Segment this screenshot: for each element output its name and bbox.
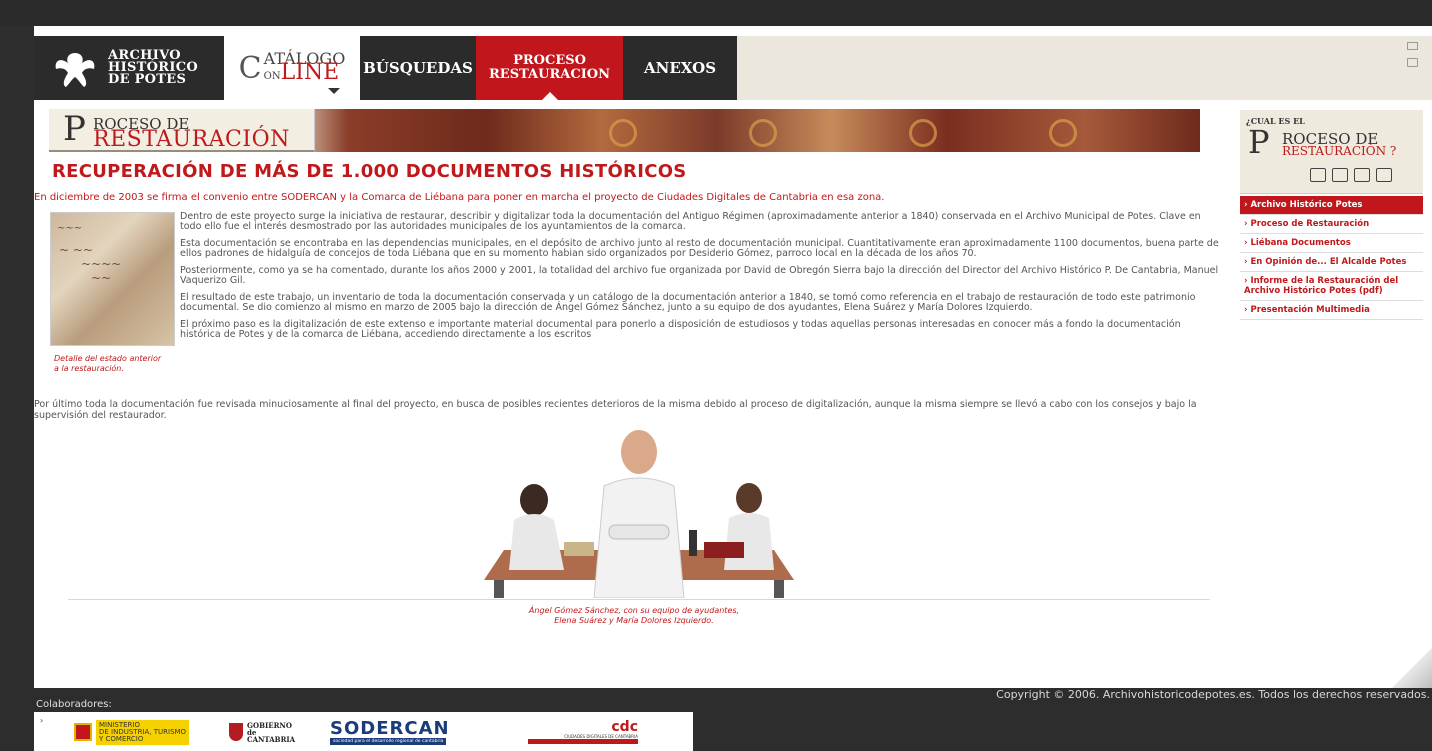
angel-logo-icon: [55, 53, 95, 87]
sidebar-item-liebana-documentos[interactable]: › Liébana Documentos: [1240, 234, 1423, 253]
sidebar-item-label: Archivo Histórico Potes: [1250, 200, 1363, 210]
fresco-halo: [749, 119, 777, 147]
paragraph: El resultado de este trabajo, un inventa…: [180, 292, 1196, 313]
nav-anexos-label: ANEXOS: [643, 59, 717, 77]
nav-catalogo-online[interactable]: C ATÁLOGO ONLINE: [224, 36, 360, 100]
bullet-icon: ›: [40, 716, 44, 725]
colaboradores-label: Colaboradores:: [36, 699, 112, 710]
main-content: P ROCESO DE RESTAURACIÓN RECUPERACIÓN DE…: [34, 100, 1432, 688]
sidebar-line2: RESTAURACIÓN ?: [1282, 144, 1397, 158]
nav-proceso-restauracion[interactable]: PROCESO RESTAURACION: [476, 36, 623, 100]
document-detail-photo: ~~~ ~ ~~ ~~~~ ~~: [50, 212, 175, 346]
sidebar-item-label: Proceso de Restauración: [1250, 219, 1370, 229]
sidebar-menu: › Archivo Histórico Potes › Proceso de R…: [1240, 196, 1423, 320]
page-title: RECUPERACIÓN DE MÁS DE 1.000 DOCUMENTOS …: [52, 161, 687, 182]
print-icon[interactable]: [1407, 58, 1418, 67]
care-icons: [1310, 168, 1392, 182]
copyright: Copyright © 2006. Archivohistoricodepote…: [996, 688, 1430, 701]
sidebar: ¿CUAL ES EL P ROCESO DE RESTAURACIÓN ? ›…: [1240, 110, 1423, 320]
paragraph: Esta documentación se encontraba en las …: [180, 238, 1219, 259]
shield-icon: [229, 723, 243, 741]
gobierno-cantabria-logo[interactable]: GOBIERNO de CANTABRIA: [229, 720, 295, 744]
sidebar-item-label: Informe de la Restauración del Archivo H…: [1244, 276, 1399, 296]
photo-ink: ~~~~: [81, 257, 122, 271]
divider: [68, 599, 1210, 600]
nav-anexos[interactable]: ANEXOS: [623, 36, 737, 100]
banner-line2: RESTAURACIÓN: [93, 127, 290, 152]
gobierno-line: CANTABRIA: [247, 734, 296, 744]
team-caption: Ángel Gómez Sánchez, con su equipo de ay…: [434, 606, 834, 626]
wash-icon: [1310, 168, 1326, 182]
sidebar-item-label: En Opinión de... El Alcalde Potes: [1250, 257, 1407, 267]
photo-ink: ~ ~~: [59, 243, 93, 257]
page-curl: [1392, 648, 1432, 688]
sodercan-logo[interactable]: SODERCAN sociedad para el desarrollo reg…: [330, 718, 450, 745]
fresco-halo: [909, 119, 937, 147]
ministerio-line: Y COMERCIO: [99, 734, 144, 743]
nav-busquedas[interactable]: BÚSQUEDAS: [360, 36, 476, 100]
paragraph: Posteriormente, como ya se ha comentado,…: [180, 265, 1219, 286]
cdc-bar: [528, 739, 638, 744]
sidebar-item-proceso-restauracion[interactable]: › Proceso de Restauración: [1240, 215, 1423, 234]
ministerio-logo[interactable]: MINISTERIO DE INDUSTRIA, TURISMO Y COMER…: [74, 719, 190, 745]
sidebar-item-opinion-alcalde[interactable]: › En Opinión de... El Alcalde Potes: [1240, 253, 1423, 272]
top-navigation: ARCHIVO HISTÓRICO DE POTES C ATÁLOGO ONL…: [34, 26, 1432, 100]
photo-caption: Detalle del estado anterior a la restaur…: [54, 354, 162, 373]
sidebar-initial: P: [1248, 123, 1270, 161]
sidebar-header: ¿CUAL ES EL P ROCESO DE RESTAURACIÓN ?: [1240, 110, 1423, 194]
sidebar-item-label: Presentación Multimedia: [1250, 305, 1370, 315]
fresco-halo: [1049, 119, 1077, 147]
site-logo[interactable]: ARCHIVO HISTÓRICO DE POTES: [34, 36, 224, 100]
sodercan-tagline: sociedad para el desarrollo regional de …: [330, 738, 447, 745]
sidebar-item-presentacion-multimedia[interactable]: › Presentación Multimedia: [1240, 301, 1423, 320]
sidebar-item-informe-pdf[interactable]: › Informe de la Restauración del Archivo…: [1240, 272, 1423, 301]
dry-icon: [1332, 168, 1348, 182]
iron-icon: [1376, 168, 1392, 182]
team-photo: [484, 430, 794, 598]
banner-title-panel: P ROCESO DE RESTAURACIÓN: [49, 109, 315, 152]
paragraph: El próximo paso es la digitalización de …: [180, 319, 1181, 340]
mail-icon[interactable]: [1407, 42, 1418, 50]
catalog-text: ATÁLOGO ONLINE: [263, 51, 346, 85]
catalog-initial: C: [238, 50, 262, 86]
bleach-icon: [1354, 168, 1370, 182]
fresco-halo: [609, 119, 637, 147]
intro-text: En diciembre de 2003 se firma el conveni…: [34, 192, 885, 203]
team-caption-line: Ángel Gómez Sánchez, con su equipo de ay…: [528, 606, 740, 615]
cdc-name: cdc: [611, 719, 638, 735]
catalog-on: ON: [263, 71, 281, 82]
top-strip: [0, 0, 1432, 26]
logo-text: ARCHIVO HISTÓRICO DE POTES: [108, 49, 198, 87]
logo-line: DE POTES: [108, 72, 187, 87]
coat-of-arms-icon: [74, 723, 92, 741]
dropdown-arrow-icon: [328, 88, 340, 94]
section-banner: P ROCESO DE RESTAURACIÓN: [49, 109, 1200, 152]
ministerio-text: MINISTERIO DE INDUSTRIA, TURISMO Y COMER…: [96, 719, 190, 745]
cdc-logo[interactable]: cdc CIUDADES DIGITALES DE CANTABRIA: [528, 720, 638, 744]
sidebar-item-archivo-historico-potes[interactable]: › Archivo Histórico Potes: [1240, 196, 1423, 215]
sodercan-name: SODERCAN: [330, 718, 450, 739]
sponsor-logos: › MINISTERIO DE INDUSTRIA, TURISMO Y COM…: [34, 712, 693, 751]
footer: Copyright © 2006. Archivohistoricodepote…: [0, 688, 1432, 751]
final-paragraph: Por último toda la documentación fue rev…: [34, 399, 1197, 421]
catalog-line: LINE: [280, 60, 340, 85]
sidebar-item-label: Liébana Documentos: [1250, 238, 1351, 248]
photo-ink: ~~: [91, 271, 112, 285]
banner-initial: P: [63, 109, 86, 149]
nav-proceso-line1: PROCESO: [513, 53, 586, 68]
paragraph: Dentro de este proyecto surge la iniciat…: [180, 211, 1201, 232]
gobierno-text: GOBIERNO de CANTABRIA: [247, 722, 295, 743]
nav-busquedas-label: BÚSQUEDAS: [363, 59, 473, 77]
page: ARCHIVO HISTÓRICO DE POTES C ATÁLOGO ONL…: [0, 0, 1432, 751]
body-paragraphs: Dentro de este proyecto surge la iniciat…: [180, 212, 1220, 347]
active-indicator-icon: [542, 92, 558, 100]
nav-proceso-line2: RESTAURACION: [488, 67, 610, 82]
team-caption-line: Elena Suárez y María Dolores Izquierdo.: [554, 616, 714, 625]
photo-ink: ~~~: [57, 223, 83, 234]
